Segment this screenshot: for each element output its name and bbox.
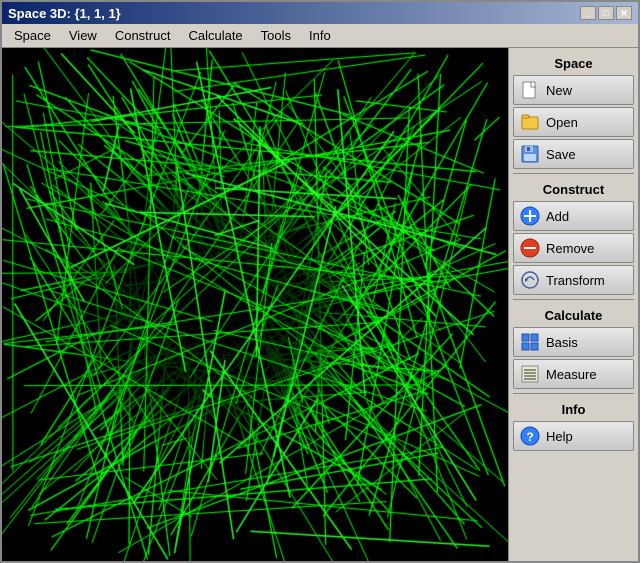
title-bar: Space 3D: {1, 1, 1} _ □ ✕: [2, 2, 638, 24]
window-controls: _ □ ✕: [580, 6, 632, 20]
help-icon: ?: [520, 426, 540, 446]
transform-icon: [520, 270, 540, 290]
menu-view[interactable]: View: [61, 26, 105, 45]
transform-button[interactable]: Transform: [513, 265, 634, 295]
open-label: Open: [546, 115, 578, 130]
save-label: Save: [546, 147, 576, 162]
remove-button[interactable]: Remove: [513, 233, 634, 263]
section-space-label: Space: [513, 56, 634, 71]
svg-text:?: ?: [526, 430, 533, 444]
save-icon: [520, 144, 540, 164]
section-calculate-label: Calculate: [513, 308, 634, 323]
new-icon: [520, 80, 540, 100]
help-label: Help: [546, 429, 573, 444]
add-button[interactable]: Add: [513, 201, 634, 231]
menu-bar: Space View Construct Calculate Tools Inf…: [2, 24, 638, 48]
menu-tools[interactable]: Tools: [253, 26, 299, 45]
section-info-label: Info: [513, 402, 634, 417]
remove-icon: [520, 238, 540, 258]
measure-icon: [520, 364, 540, 384]
section-construct-label: Construct: [513, 182, 634, 197]
divider-1: [513, 173, 634, 174]
divider-3: [513, 393, 634, 394]
main-window: Space 3D: {1, 1, 1} _ □ ✕ Space View Con…: [0, 0, 640, 563]
open-icon: [520, 112, 540, 132]
menu-construct[interactable]: Construct: [107, 26, 179, 45]
basis-icon: [520, 332, 540, 352]
maximize-button[interactable]: □: [598, 6, 614, 20]
open-button[interactable]: Open: [513, 107, 634, 137]
close-button[interactable]: ✕: [616, 6, 632, 20]
minimize-button[interactable]: _: [580, 6, 596, 20]
menu-info[interactable]: Info: [301, 26, 339, 45]
help-button[interactable]: ? Help: [513, 421, 634, 451]
viewport[interactable]: [2, 48, 508, 561]
measure-label: Measure: [546, 367, 597, 382]
menu-space[interactable]: Space: [6, 26, 59, 45]
menu-calculate[interactable]: Calculate: [180, 26, 250, 45]
space-canvas: [2, 48, 508, 561]
basis-button[interactable]: Basis: [513, 327, 634, 357]
divider-2: [513, 299, 634, 300]
right-panel: Space New Open: [508, 48, 638, 561]
new-button[interactable]: New: [513, 75, 634, 105]
add-label: Add: [546, 209, 569, 224]
new-label: New: [546, 83, 572, 98]
main-content: Space New Open: [2, 48, 638, 561]
add-icon: [520, 206, 540, 226]
transform-label: Transform: [546, 273, 605, 288]
basis-label: Basis: [546, 335, 578, 350]
measure-button[interactable]: Measure: [513, 359, 634, 389]
window-title: Space 3D: {1, 1, 1}: [8, 6, 121, 21]
save-button[interactable]: Save: [513, 139, 634, 169]
remove-label: Remove: [546, 241, 594, 256]
